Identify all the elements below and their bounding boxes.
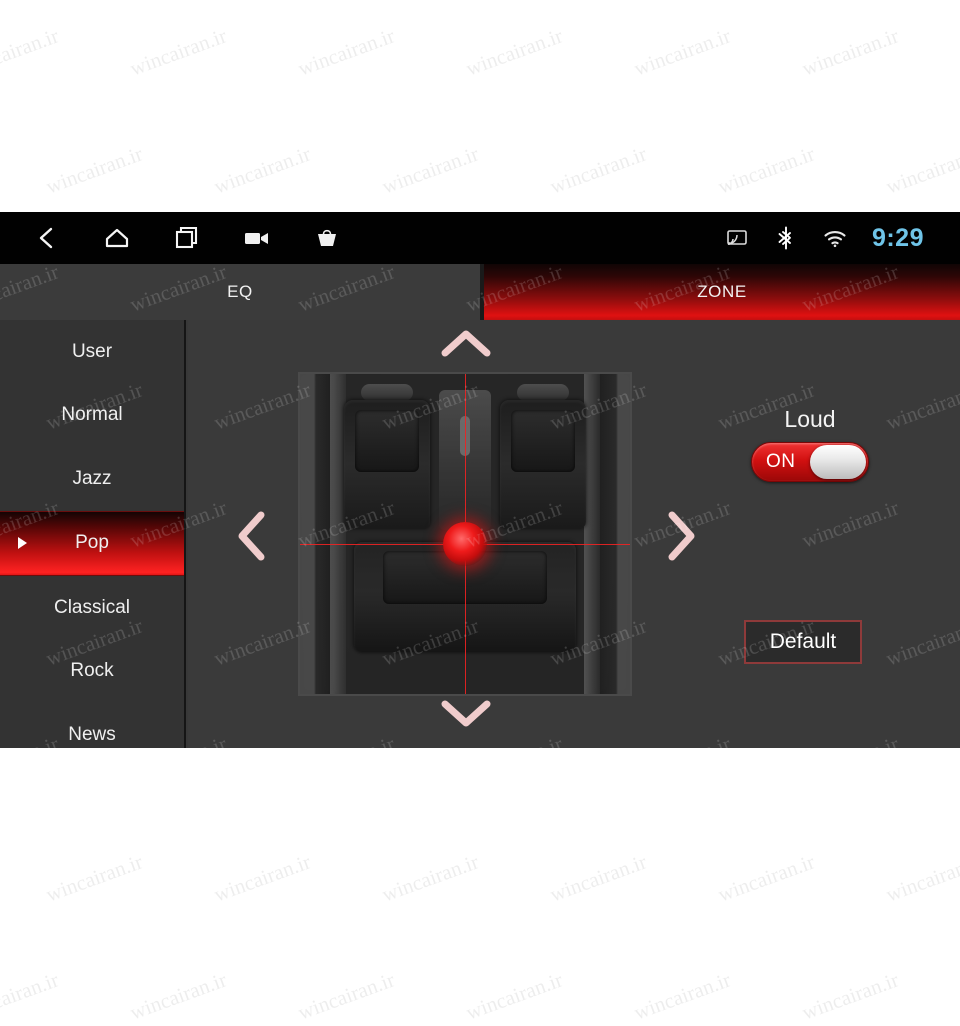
chevron-up-icon[interactable] [440, 328, 492, 358]
watermark-text: wincairan.ir [714, 141, 818, 199]
headrest-front-left [361, 384, 413, 401]
default-button[interactable]: Default [744, 620, 862, 664]
clock: 9:29 [871, 223, 924, 252]
watermark-text: wincairan.ir [882, 141, 960, 199]
wifi-icon [818, 221, 852, 255]
recents-icon[interactable] [170, 221, 204, 255]
watermark-text: wincairan.ir [0, 23, 62, 81]
watermark-text: wincairan.ir [378, 849, 482, 907]
preset-item-user[interactable]: User [0, 320, 184, 384]
preset-item-normal[interactable]: Normal [0, 384, 184, 448]
headrest-front-right [517, 384, 569, 401]
loudness-state-label: ON [766, 451, 796, 472]
status-bar: 9:29 [0, 212, 960, 264]
tab-zone-label: ZONE [697, 282, 747, 301]
watermark-text: wincairan.ir [378, 141, 482, 199]
loudness-control: Loud ON [740, 406, 880, 482]
watermark-text: wincairan.ir [0, 967, 62, 1025]
watermark-text: wincairan.ir [210, 141, 314, 199]
watermark-text: wincairan.ir [210, 849, 314, 907]
bluetooth-icon [769, 221, 803, 255]
watermark-text: wincairan.ir [798, 967, 902, 1025]
status-icons: 9:29 [720, 212, 924, 264]
chevron-left-icon[interactable] [236, 510, 266, 562]
preset-label: Rock [70, 660, 114, 682]
tab-eq[interactable]: EQ [0, 264, 480, 320]
seat-front-right [500, 400, 586, 528]
video-icon[interactable] [240, 221, 274, 255]
content-area: User Normal Jazz Pop Classical Rock News… [0, 320, 960, 748]
back-icon[interactable] [30, 221, 64, 255]
watermark-text: wincairan.ir [882, 849, 960, 907]
watermark-text: wincairan.ir [42, 141, 146, 199]
watermark-text: wincairan.ir [294, 967, 398, 1025]
watermark-text: wincairan.ir [294, 23, 398, 81]
preset-label: Jazz [72, 467, 112, 489]
watermark-text: wincairan.ir [546, 141, 650, 199]
tab-bar: EQ ZONE [0, 264, 960, 320]
watermark-text: wincairan.ir [798, 23, 902, 81]
cast-icon [720, 221, 754, 255]
toggle-knob[interactable] [810, 445, 866, 479]
selection-caret-icon [18, 537, 27, 550]
eq-preset-list: User Normal Jazz Pop Classical Rock News [0, 320, 186, 748]
preset-label: Pop [75, 532, 109, 554]
zone-balance-pad[interactable] [298, 372, 632, 696]
watermark-text: wincairan.ir [42, 849, 146, 907]
basket-icon[interactable] [310, 221, 344, 255]
watermark-text: wincairan.ir [462, 967, 566, 1025]
navigation-buttons [30, 212, 344, 264]
default-button-label: Default [769, 630, 837, 653]
chevron-right-icon[interactable] [666, 510, 696, 562]
preset-item-news[interactable]: News [0, 703, 184, 748]
watermark-text: wincairan.ir [546, 849, 650, 907]
home-icon[interactable] [100, 221, 134, 255]
zone-pane: Loud ON Default [188, 320, 960, 748]
seat-front-left [344, 400, 430, 528]
preset-label: Classical [53, 596, 131, 618]
watermark-text: wincairan.ir [630, 23, 734, 81]
tab-zone[interactable]: ZONE [484, 264, 960, 320]
preset-label: Normal [61, 404, 123, 426]
watermark-text: wincairan.ir [714, 849, 818, 907]
balance-point-handle[interactable] [443, 521, 487, 566]
chevron-down-icon[interactable] [440, 698, 492, 728]
preset-item-rock[interactable]: Rock [0, 640, 184, 704]
loudness-toggle[interactable]: ON [751, 442, 869, 482]
watermark-text: wincairan.ir [462, 23, 566, 81]
preset-item-jazz[interactable]: Jazz [0, 447, 184, 511]
preset-label: News [68, 723, 116, 745]
preset-label: User [71, 340, 113, 362]
preset-item-pop[interactable]: Pop [0, 510, 184, 576]
watermark-text: wincairan.ir [126, 23, 230, 81]
preset-item-classical[interactable]: Classical [0, 576, 184, 640]
watermark-text: wincairan.ir [630, 967, 734, 1025]
loudness-label: Loud [784, 406, 836, 432]
tab-eq-label: EQ [227, 282, 253, 301]
head-unit-screen: 9:29 EQ ZONE User Normal Jazz Pop Classi… [0, 212, 960, 748]
watermark-text: wincairan.ir [126, 967, 230, 1025]
car-pillar-right [584, 374, 600, 694]
